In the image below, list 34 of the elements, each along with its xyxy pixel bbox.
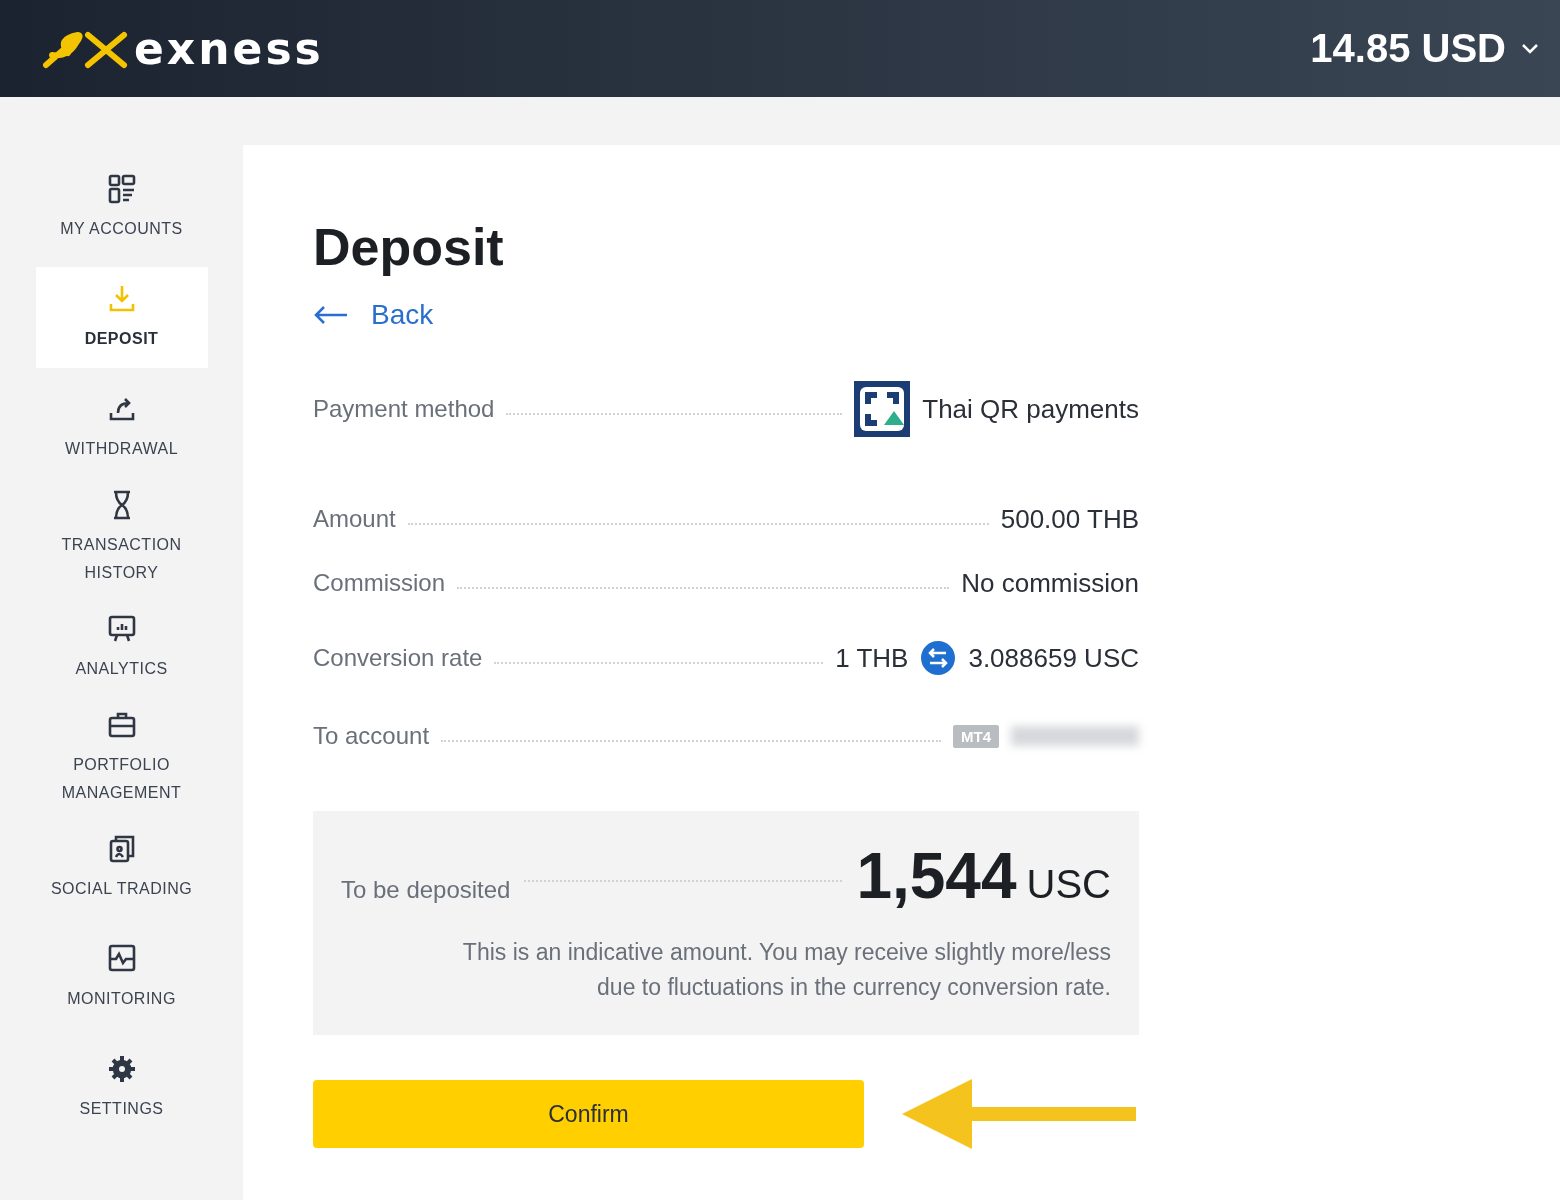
- summary-label: To be deposited: [341, 876, 511, 904]
- detail-label: Payment method: [313, 395, 495, 423]
- sidebar-item[interactable]: PORTFOLIO MANAGEMENT: [35, 707, 208, 808]
- balance-dropdown[interactable]: 14.85 USD: [1310, 26, 1540, 71]
- disclaimer-text: This is an indicative amount. You may receive slightly more/less due to fluctuations in the currency conversion rate.: [461, 938, 1111, 1002]
- confirm-button[interactable]: Confirm: [313, 1080, 864, 1148]
- detail-value: 3.088659 USC: [968, 642, 1139, 674]
- sidebar-item[interactable]: SETTINGS: [35, 1037, 208, 1138]
- sidebar-item[interactable]: ANALYTICS: [35, 597, 208, 698]
- exchange-icon: [920, 640, 957, 676]
- back-link[interactable]: Back: [313, 299, 434, 331]
- chevron-down-icon: [1520, 41, 1540, 56]
- sidebar-item[interactable]: MY ACCOUNTS: [35, 157, 208, 258]
- page-title: Deposit: [313, 217, 505, 277]
- sidebar-item[interactable]: TRANSACTION HISTORY: [35, 487, 208, 588]
- currency-code: USC: [1026, 862, 1111, 907]
- sidebar-item[interactable]: SOCIAL TRADING: [35, 817, 208, 918]
- accounts-grid-icon: [106, 172, 137, 205]
- detail-value: 1 THB: [835, 642, 909, 674]
- detail-label: Amount: [313, 505, 396, 533]
- detail-label: Commission: [313, 569, 446, 597]
- sidebar-item[interactable]: WITHDRAWAL: [35, 377, 208, 478]
- platform-badge: MT4: [953, 724, 999, 748]
- detail-label: Conversion rate: [313, 644, 483, 672]
- qr-payment-logo-icon: [854, 381, 911, 437]
- logo-text: exness: [134, 23, 324, 74]
- detail-value: Thai QR payments: [922, 393, 1139, 425]
- arrow-left-icon: [313, 305, 349, 325]
- detail-label: To account: [313, 722, 430, 750]
- detail-value: 500.00 THB: [1000, 503, 1139, 535]
- deposit-amount: 1,544: [856, 839, 1017, 913]
- detail-value: No commission: [961, 567, 1139, 599]
- sidebar-item[interactable]: DEPOSIT: [35, 267, 208, 368]
- sidebar-item[interactable]: MONITORING: [35, 927, 208, 1028]
